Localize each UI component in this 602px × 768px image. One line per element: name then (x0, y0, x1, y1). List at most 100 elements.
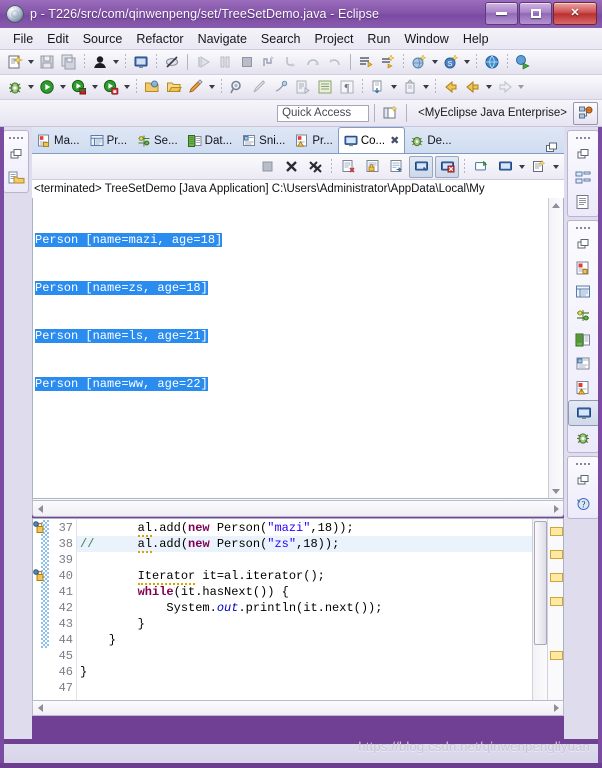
scroll-right-icon[interactable] (549, 702, 563, 714)
menu-refactor[interactable]: Refactor (129, 30, 190, 48)
menu-edit[interactable]: Edit (40, 30, 76, 48)
code-line[interactable]: } (77, 664, 532, 680)
new-console-dropdown-icon[interactable] (551, 157, 560, 177)
rail-item-markers[interactable] (568, 256, 598, 280)
rail-item-problems[interactable]: ! (568, 376, 598, 400)
restore-view-icon[interactable] (568, 232, 598, 256)
brush-icon[interactable] (249, 77, 269, 97)
java-editor[interactable]: 37 38 39 40 41 42 43 44 45 46 47 al.add(new Person… (32, 518, 564, 714)
rail-item-debug[interactable] (568, 426, 598, 450)
web-browser-icon[interactable] (482, 52, 502, 72)
menu-navigate[interactable]: Navigate (191, 30, 254, 48)
code-line[interactable] (77, 552, 532, 568)
user-icon[interactable] (90, 52, 110, 72)
warning-marker-icon[interactable] (33, 521, 47, 534)
prev-icon[interactable] (463, 77, 483, 97)
resume-icon[interactable] (193, 52, 213, 72)
open-type-icon[interactable] (293, 77, 313, 97)
run-icon[interactable] (37, 77, 57, 97)
next-annotation-icon[interactable] (356, 52, 376, 72)
rail-item-outline[interactable] (568, 166, 598, 190)
overview-ruler-marker[interactable] (550, 596, 563, 606)
menu-help[interactable]: Help (456, 30, 496, 48)
toggle-mark-dropdown-icon[interactable] (389, 77, 398, 97)
console-view-menu-icon[interactable] (494, 157, 516, 177)
code-line[interactable]: System.out.println(it.next()); (77, 600, 532, 616)
editor-overview-ruler[interactable] (547, 519, 563, 713)
pin-console-icon[interactable] (409, 155, 433, 178)
rail-drag-handle[interactable] (568, 459, 598, 468)
menu-run[interactable]: Run (360, 30, 397, 48)
remove-launch-icon[interactable] (280, 157, 302, 177)
close-icon[interactable]: ✖ (390, 134, 399, 147)
new-wizard-dropdown-icon[interactable] (26, 52, 35, 72)
open-console-icon[interactable] (470, 157, 492, 177)
menu-search[interactable]: Search (254, 30, 308, 48)
code-line[interactable] (77, 648, 532, 664)
run-dropdown-icon[interactable] (58, 77, 67, 97)
scroll-right-icon[interactable] (549, 503, 563, 515)
rail-item-servers[interactable] (568, 304, 598, 328)
new-wizard-icon[interactable] (5, 52, 25, 72)
export-folder-icon[interactable] (164, 77, 184, 97)
code-line[interactable] (77, 680, 532, 696)
overview-ruler-marker[interactable] (550, 550, 563, 560)
pencil-icon[interactable] (186, 77, 206, 97)
editor-code-area[interactable]: al.add(new Person("mazi",18));// al.add(… (77, 519, 532, 713)
new-console-view-icon[interactable] (528, 157, 550, 177)
open-console-icon[interactable] (131, 52, 151, 72)
word-wrap-icon[interactable] (385, 157, 407, 177)
editor-marker-gutter[interactable] (33, 519, 49, 713)
last-edit-icon[interactable] (400, 77, 420, 97)
step-return-icon[interactable] (325, 52, 345, 72)
quick-access-input[interactable]: Quick Access (277, 104, 370, 122)
display-selected-console-icon[interactable] (435, 155, 459, 178)
save-icon[interactable] (37, 52, 57, 72)
code-line[interactable]: } (77, 632, 532, 648)
tab-markers[interactable]: Ma... (32, 129, 85, 153)
scrollbar-thumb[interactable] (534, 521, 547, 645)
tab-console[interactable]: Co... ✖ (337, 127, 406, 153)
rail-item-snippets[interactable] (568, 352, 598, 376)
overview-ruler-marker[interactable] (550, 573, 563, 583)
editor-vertical-scrollbar[interactable] (532, 519, 547, 713)
maximize-button[interactable] (519, 2, 552, 25)
menu-project[interactable]: Project (308, 30, 361, 48)
toggle-mark-icon[interactable] (368, 77, 388, 97)
forward-icon[interactable] (495, 77, 515, 97)
close-button[interactable]: ✕ (553, 2, 597, 25)
console-output-area[interactable]: Person [name=mazi, age=18] Person [name=… (32, 198, 564, 499)
terminate-icon[interactable] (256, 157, 278, 177)
myeclipse-perspective-icon[interactable] (573, 101, 598, 125)
overview-ruler-marker[interactable] (550, 526, 563, 536)
save-all-icon[interactable] (59, 52, 79, 72)
forward-dropdown-icon[interactable] (516, 77, 525, 97)
scroll-left-icon[interactable] (33, 503, 47, 515)
run-server-dropdown-icon[interactable] (90, 77, 99, 97)
new-class-dropdown-icon[interactable] (462, 52, 471, 72)
remove-all-terminated-icon[interactable] (304, 157, 326, 177)
tab-problems[interactable]: Pr... (290, 129, 337, 153)
open-task-icon[interactable] (315, 77, 335, 97)
editor-top-scrollbar[interactable] (32, 500, 564, 517)
tab-servers[interactable]: Se... (132, 129, 183, 153)
menu-file[interactable]: File (6, 30, 40, 48)
menu-window[interactable]: Window (397, 30, 455, 48)
rail-drag-handle[interactable] (4, 133, 28, 142)
debug-icon[interactable] (5, 77, 25, 97)
editor-horizontal-scrollbar[interactable] (32, 700, 564, 716)
user-dropdown-icon[interactable] (111, 52, 120, 72)
tab-debug[interactable]: De... (405, 129, 456, 153)
minimize-button[interactable] (485, 2, 518, 25)
back-icon[interactable] (441, 77, 461, 97)
last-edit-dropdown-icon[interactable] (421, 77, 430, 97)
maximize-view-icon[interactable] (546, 141, 560, 153)
pencil-dropdown-icon[interactable] (207, 77, 216, 97)
scroll-lock-icon[interactable] (361, 157, 383, 177)
scroll-down-icon[interactable] (549, 484, 563, 498)
rail-item-console[interactable] (568, 400, 600, 426)
terminate-icon[interactable] (237, 52, 257, 72)
code-line[interactable]: Iterator it=al.iterator(); (77, 568, 532, 585)
rail-item-task-list[interactable] (568, 190, 598, 214)
disconnect-icon[interactable] (259, 52, 279, 72)
